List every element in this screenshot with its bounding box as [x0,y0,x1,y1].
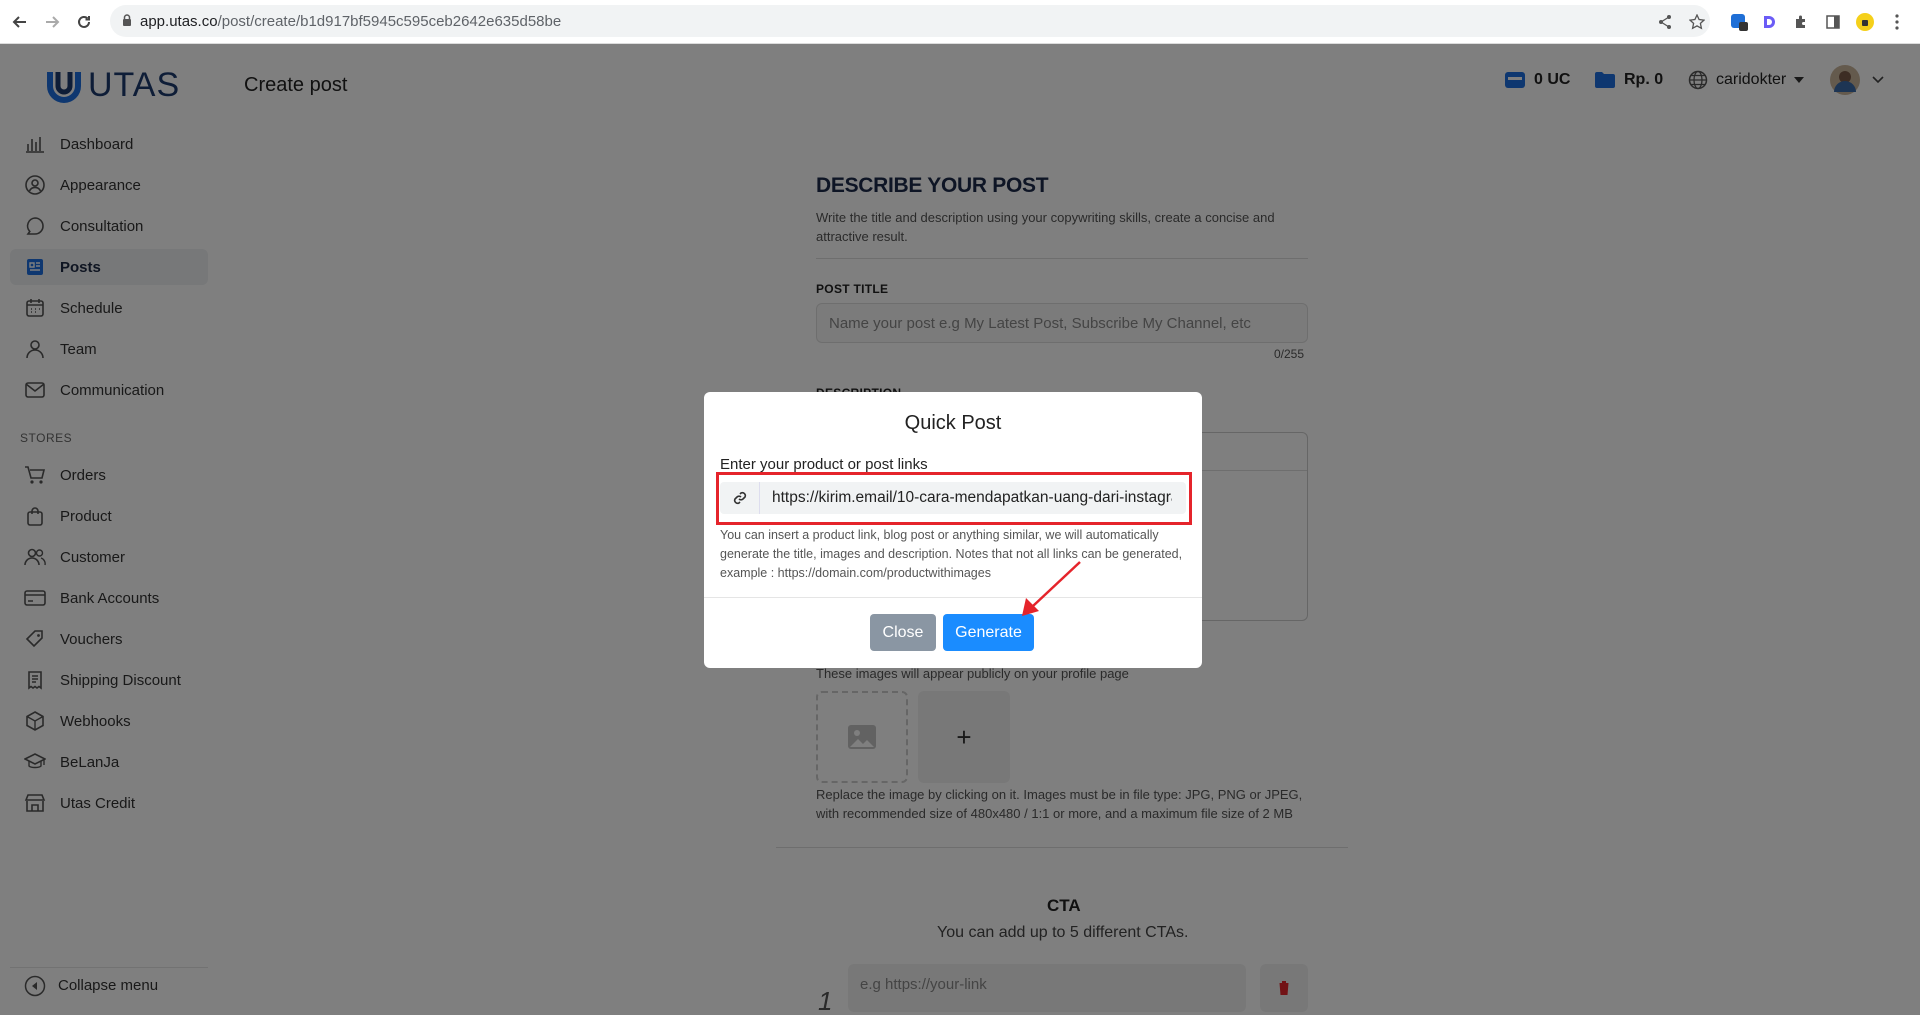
annotation-arrow [1022,561,1081,616]
